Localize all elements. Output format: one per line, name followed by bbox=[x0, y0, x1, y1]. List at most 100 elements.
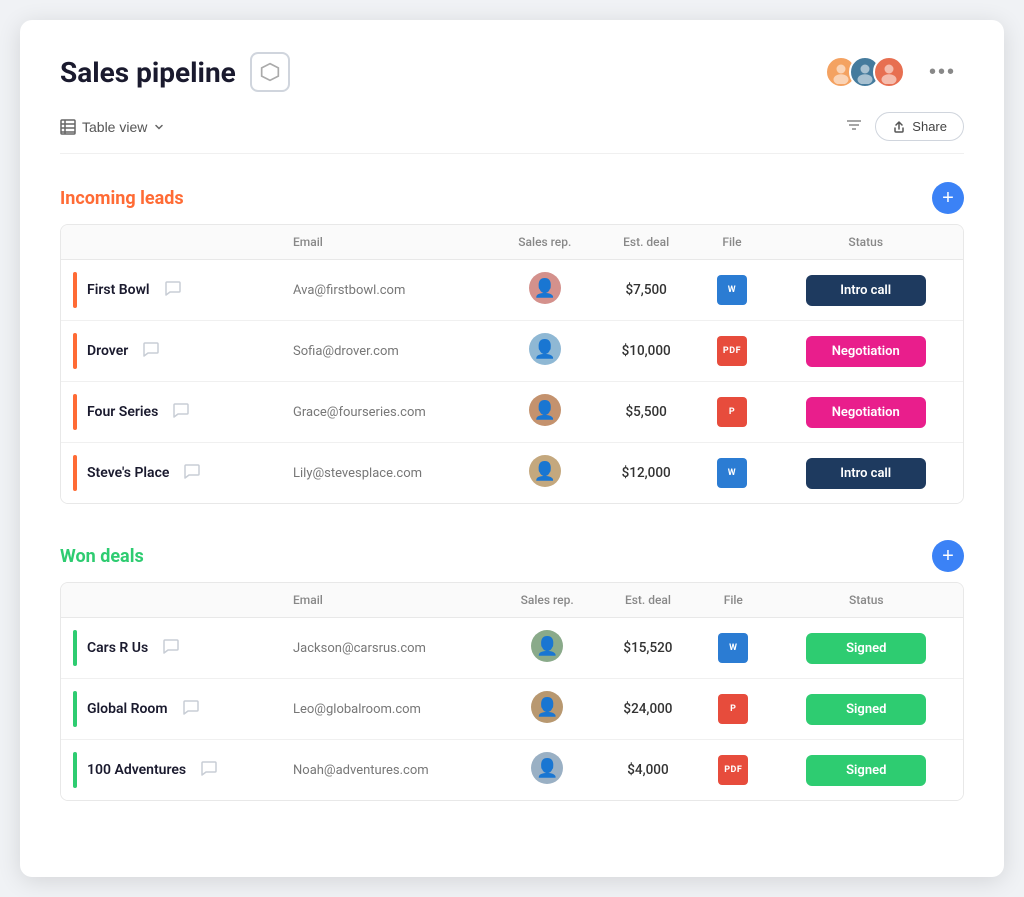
est-deal-cell: $7,500 bbox=[597, 260, 696, 321]
chat-icon[interactable] bbox=[164, 279, 182, 301]
color-bar bbox=[73, 455, 77, 491]
won-deals-table: Email Sales rep. Est. deal File Status C… bbox=[60, 582, 964, 801]
status-badge: Signed bbox=[806, 755, 926, 786]
est-deal-cell: $15,520 bbox=[599, 618, 697, 679]
won-deals-header: Won deals + bbox=[60, 540, 964, 572]
sales-rep-cell bbox=[493, 443, 597, 504]
won-deals-title: Won deals bbox=[60, 546, 920, 567]
col-email-header: Email bbox=[281, 225, 493, 260]
table-row: Cars R Us Jackson@carsrus.com $15,520 W … bbox=[61, 618, 963, 679]
table-row: Global Room Leo@globalroom.com $24,000 P… bbox=[61, 679, 963, 740]
file-badge: PDF bbox=[717, 336, 747, 366]
table-view-button[interactable]: Table view bbox=[60, 119, 165, 135]
file-cell: PDF bbox=[697, 740, 770, 801]
col-status-header: Status bbox=[768, 225, 963, 260]
share-button[interactable]: Share bbox=[875, 112, 964, 141]
sales-rep-avatar bbox=[529, 333, 561, 365]
email-cell: Noah@adventures.com bbox=[281, 740, 495, 801]
table-row: Drover Sofia@drover.com $10,000 PDF Nego… bbox=[61, 321, 963, 382]
color-bar bbox=[73, 272, 77, 308]
lead-name-cell: Global Room bbox=[61, 679, 281, 740]
chat-icon[interactable] bbox=[172, 401, 190, 423]
table-row: 100 Adventures Noah@adventures.com $4,00… bbox=[61, 740, 963, 801]
lead-name: Global Room bbox=[87, 701, 168, 717]
col-salesrep-header: Sales rep. bbox=[493, 225, 597, 260]
file-badge: W bbox=[717, 458, 747, 488]
chat-icon[interactable] bbox=[200, 759, 218, 781]
app-container: Sales pipeline ••• bbox=[20, 20, 1004, 877]
hex-icon[interactable] bbox=[250, 52, 290, 92]
page-title: Sales pipeline bbox=[60, 56, 236, 89]
sales-rep-cell bbox=[493, 321, 597, 382]
status-badge: Signed bbox=[806, 694, 926, 725]
col-email-header-won: Email bbox=[281, 583, 495, 618]
sales-rep-avatar bbox=[531, 691, 563, 723]
add-incoming-lead-button[interactable]: + bbox=[932, 182, 964, 214]
file-badge: W bbox=[718, 633, 748, 663]
file-badge: P bbox=[717, 397, 747, 427]
header-right: ••• bbox=[825, 56, 964, 88]
table-row: Four Series Grace@fourseries.com $5,500 … bbox=[61, 382, 963, 443]
col-file-header: File bbox=[696, 225, 769, 260]
email-cell: Jackson@carsrus.com bbox=[281, 618, 495, 679]
sales-rep-cell bbox=[495, 679, 598, 740]
est-deal-cell: $12,000 bbox=[597, 443, 696, 504]
file-badge: W bbox=[717, 275, 747, 305]
chat-icon[interactable] bbox=[142, 340, 160, 362]
col-file-header-won: File bbox=[697, 583, 770, 618]
status-badge: Signed bbox=[806, 633, 926, 664]
file-cell: W bbox=[697, 618, 770, 679]
lead-name-cell: First Bowl bbox=[61, 260, 281, 321]
col-estdeal-header: Est. deal bbox=[597, 225, 696, 260]
status-cell: Intro call bbox=[768, 443, 963, 504]
lead-name-cell: 100 Adventures bbox=[61, 740, 281, 801]
lead-name: Steve's Place bbox=[87, 465, 169, 481]
file-badge: PDF bbox=[718, 755, 748, 785]
status-badge: Intro call bbox=[806, 275, 926, 306]
table-row: Steve's Place Lily@stevesplace.com $12,0… bbox=[61, 443, 963, 504]
chevron-down-icon bbox=[153, 121, 165, 133]
toolbar: Table view Share bbox=[60, 112, 964, 154]
lead-name-cell: Four Series bbox=[61, 382, 281, 443]
status-cell: Negotiation bbox=[768, 321, 963, 382]
status-badge: Negotiation bbox=[806, 336, 926, 367]
email-cell: Sofia@drover.com bbox=[281, 321, 493, 382]
chat-icon[interactable] bbox=[162, 637, 180, 659]
chat-icon[interactable] bbox=[183, 462, 201, 484]
sales-rep-cell bbox=[493, 382, 597, 443]
color-bar bbox=[73, 394, 77, 430]
chat-icon[interactable] bbox=[182, 698, 200, 720]
sales-rep-avatar bbox=[529, 272, 561, 304]
add-won-deal-button[interactable]: + bbox=[932, 540, 964, 572]
incoming-leads-section: Incoming leads + Email Sales rep. Est. d… bbox=[60, 182, 964, 504]
filter-icon[interactable] bbox=[845, 116, 863, 138]
share-label: Share bbox=[912, 119, 947, 134]
email-cell: Ava@firstbowl.com bbox=[281, 260, 493, 321]
file-badge: P bbox=[718, 694, 748, 724]
incoming-leads-table: Email Sales rep. Est. deal File Status F… bbox=[60, 224, 964, 504]
filter-share-group: Share bbox=[845, 112, 964, 141]
table-view-label: Table view bbox=[82, 119, 147, 135]
sales-rep-cell bbox=[495, 618, 598, 679]
status-cell: Signed bbox=[770, 740, 963, 801]
won-deals-section: Won deals + Email Sales rep. Est. deal F… bbox=[60, 540, 964, 801]
sales-rep-cell bbox=[493, 260, 597, 321]
lead-name-cell: Cars R Us bbox=[61, 618, 281, 679]
sales-rep-avatar bbox=[531, 630, 563, 662]
header-left: Sales pipeline bbox=[60, 52, 290, 92]
color-bar bbox=[73, 630, 77, 666]
sales-rep-avatar bbox=[529, 394, 561, 426]
sales-rep-avatar bbox=[531, 752, 563, 784]
file-cell: W bbox=[696, 260, 769, 321]
col-name-header-won bbox=[61, 583, 281, 618]
team-avatars bbox=[825, 56, 905, 88]
lead-name: Drover bbox=[87, 343, 128, 359]
sales-rep-avatar bbox=[529, 455, 561, 487]
more-options-button[interactable]: ••• bbox=[921, 57, 964, 88]
email-cell: Lily@stevesplace.com bbox=[281, 443, 493, 504]
color-bar bbox=[73, 752, 77, 788]
est-deal-cell: $10,000 bbox=[597, 321, 696, 382]
lead-name: Four Series bbox=[87, 404, 158, 420]
est-deal-cell: $24,000 bbox=[599, 679, 697, 740]
status-cell: Negotiation bbox=[768, 382, 963, 443]
